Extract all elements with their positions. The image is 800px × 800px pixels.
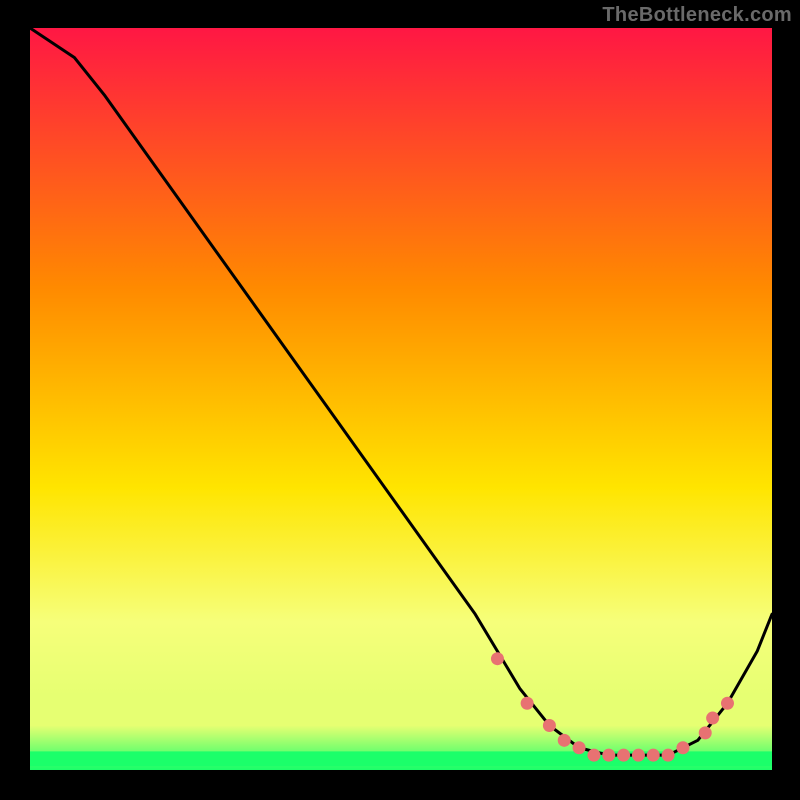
curve-marker <box>632 749 645 762</box>
curve-marker <box>587 749 600 762</box>
curve-marker <box>699 726 712 739</box>
curve-marker <box>573 741 586 754</box>
curve-marker <box>721 697 734 710</box>
curve-marker <box>543 719 556 732</box>
curve-marker <box>617 749 630 762</box>
curve-marker <box>521 697 534 710</box>
curve-marker <box>491 652 504 665</box>
curve-marker <box>676 741 689 754</box>
gradient-background <box>30 28 772 770</box>
curve-marker <box>602 749 615 762</box>
curve-marker <box>662 749 675 762</box>
plot-area <box>30 28 772 770</box>
watermark-text: TheBottleneck.com <box>602 4 792 27</box>
curve-marker <box>647 749 660 762</box>
chart-frame: TheBottleneck.com <box>0 0 800 800</box>
chart-svg <box>30 28 772 770</box>
curve-marker <box>558 734 571 747</box>
curve-marker <box>706 712 719 725</box>
green-band <box>30 751 772 766</box>
